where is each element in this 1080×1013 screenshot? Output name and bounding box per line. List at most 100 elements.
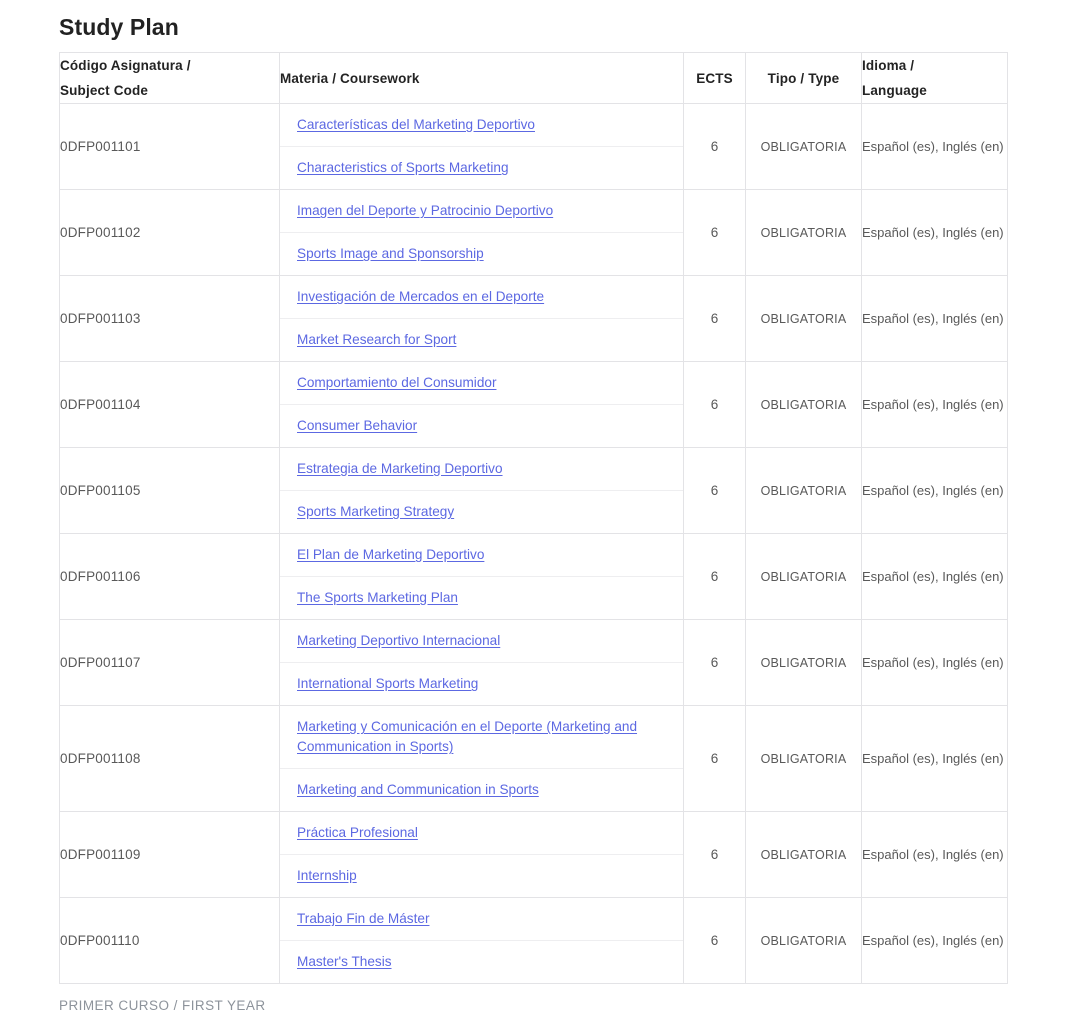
table-row: 0DFP001102 Imagen del Deporte y Patrocini…	[60, 190, 1008, 276]
table-row: 0DFP001107Marketing Deportivo Internacio…	[60, 620, 1008, 706]
cell-type: OBLIGATORIA	[746, 812, 862, 898]
coursework-link-english[interactable]: Characteristics of Sports Marketing	[297, 160, 509, 175]
coursework-link-english[interactable]: Marketing and Communication in Sports	[297, 782, 539, 797]
coursework-line-english: Internship	[280, 854, 683, 897]
coursework-line-spanish: Marketing y Comunicación en el Deporte (…	[280, 706, 683, 768]
column-header-subject-code: Código Asignatura / Subject Code	[60, 53, 280, 104]
study-plan-table-container: Código Asignatura / Subject Code Materia…	[0, 52, 1080, 984]
coursework-line-spanish: El Plan de Marketing Deportivo	[280, 534, 683, 576]
table-header-row: Código Asignatura / Subject Code Materia…	[60, 53, 1008, 104]
table-row: 0DFP001109 Práctica Profesional Internship…	[60, 812, 1008, 898]
coursework-link-english[interactable]: Internship	[297, 868, 357, 883]
cell-coursework: Trabajo Fin de Máster Master's Thesis	[280, 898, 684, 984]
table-row: 0DFP001110 Trabajo Fin de Máster Master's …	[60, 898, 1008, 984]
coursework-link-spanish[interactable]: Comportamiento del Consumidor	[297, 375, 496, 390]
coursework-link-english[interactable]: Sports Marketing Strategy	[297, 504, 454, 519]
coursework-line-english: Characteristics of Sports Marketing	[280, 146, 683, 189]
coursework-line-spanish: Imagen del Deporte y Patrocinio Deportiv…	[280, 190, 683, 232]
coursework-link-spanish[interactable]: Investigación de Mercados en el Deporte	[297, 289, 544, 304]
coursework-line-spanish: Características del Marketing Deportivo	[280, 104, 683, 146]
cell-ects: 6	[684, 706, 746, 812]
coursework-link-english[interactable]: International Sports Marketing	[297, 676, 478, 691]
table-header: Código Asignatura / Subject Code Materia…	[60, 53, 1008, 104]
cell-subject-code: 0DFP001110	[60, 898, 280, 984]
cell-language: Español (es), Inglés (en)	[862, 276, 1008, 362]
coursework-line-english: Master's Thesis	[280, 940, 683, 983]
coursework-line-english: Consumer Behavior	[280, 404, 683, 447]
cell-coursework: Estrategia de Marketing Deportivo Sports …	[280, 448, 684, 534]
cell-coursework: Marketing y Comunicación en el Deporte (…	[280, 706, 684, 812]
cell-subject-code: 0DFP001108	[60, 706, 280, 812]
cell-language: Español (es), Inglés (en)	[862, 190, 1008, 276]
cell-ects: 6	[684, 104, 746, 190]
coursework-link-english[interactable]: Sports Image and Sponsorship	[297, 246, 484, 261]
coursework-link-spanish[interactable]: Práctica Profesional	[297, 825, 418, 840]
cell-coursework: Marketing Deportivo Internacional Interna…	[280, 620, 684, 706]
coursework-link-spanish[interactable]: Imagen del Deporte y Patrocinio Deportiv…	[297, 203, 553, 218]
coursework-line-english: Marketing and Communication in Sports	[280, 768, 683, 811]
cell-ects: 6	[684, 898, 746, 984]
cell-language: Español (es), Inglés (en)	[862, 104, 1008, 190]
cell-language: Español (es), Inglés (en)	[862, 362, 1008, 448]
coursework-link-spanish[interactable]: Estrategia de Marketing Deportivo	[297, 461, 503, 476]
coursework-link-spanish[interactable]: Marketing y Comunicación en el Deporte (…	[297, 719, 637, 754]
coursework-line-spanish: Comportamiento del Consumidor	[280, 362, 683, 404]
cell-type: OBLIGATORIA	[746, 620, 862, 706]
cell-coursework: El Plan de Marketing Deportivo The Sports…	[280, 534, 684, 620]
column-header-subject-code-line1: Código Asignatura /	[60, 58, 191, 73]
cell-type: OBLIGATORIA	[746, 276, 862, 362]
cell-subject-code: 0DFP001109	[60, 812, 280, 898]
cell-type: OBLIGATORIA	[746, 534, 862, 620]
column-header-coursework: Materia / Coursework	[280, 53, 684, 104]
coursework-line-english: Sports Marketing Strategy	[280, 490, 683, 533]
coursework-link-english[interactable]: Consumer Behavior	[297, 418, 417, 433]
table-row: 0DFP001103Investigación de Mercados en e…	[60, 276, 1008, 362]
column-header-type: Tipo / Type	[746, 53, 862, 104]
cell-type: OBLIGATORIA	[746, 362, 862, 448]
cell-ects: 6	[684, 534, 746, 620]
cell-coursework: Investigación de Mercados en el Deporte M…	[280, 276, 684, 362]
coursework-line-spanish: Investigación de Mercados en el Deporte	[280, 276, 683, 318]
coursework-link-english[interactable]: The Sports Marketing Plan	[297, 590, 458, 605]
cell-type: OBLIGATORIA	[746, 898, 862, 984]
coursework-link-spanish[interactable]: El Plan de Marketing Deportivo	[297, 547, 484, 562]
cell-language: Español (es), Inglés (en)	[862, 706, 1008, 812]
coursework-link-spanish[interactable]: Marketing Deportivo Internacional	[297, 633, 500, 648]
table-body: 0DFP001101Características del Marketing …	[60, 104, 1008, 984]
coursework-line-english: The Sports Marketing Plan	[280, 576, 683, 619]
cell-type: OBLIGATORIA	[746, 190, 862, 276]
cell-ects: 6	[684, 362, 746, 448]
cell-subject-code: 0DFP001102	[60, 190, 280, 276]
cell-type: OBLIGATORIA	[746, 706, 862, 812]
coursework-line-english: Market Research for Sport	[280, 318, 683, 361]
cell-language: Español (es), Inglés (en)	[862, 534, 1008, 620]
coursework-line-english: International Sports Marketing	[280, 662, 683, 705]
page-title: Study Plan	[0, 0, 1080, 52]
coursework-line-english: Sports Image and Sponsorship	[280, 232, 683, 275]
cell-coursework: Práctica Profesional Internship	[280, 812, 684, 898]
cell-subject-code: 0DFP001104	[60, 362, 280, 448]
cell-language: Español (es), Inglés (en)	[862, 898, 1008, 984]
column-header-language-line1: Idioma /	[862, 58, 914, 73]
coursework-link-english[interactable]: Master's Thesis	[297, 954, 392, 969]
cell-subject-code: 0DFP001106	[60, 534, 280, 620]
column-header-language-line2: Language	[862, 83, 927, 98]
cell-type: OBLIGATORIA	[746, 104, 862, 190]
cell-ects: 6	[684, 276, 746, 362]
table-row: 0DFP001105Estrategia de Marketing Deport…	[60, 448, 1008, 534]
cell-coursework: Características del Marketing Deportivo C…	[280, 104, 684, 190]
column-header-subject-code-line2: Subject Code	[60, 83, 148, 98]
coursework-link-english[interactable]: Market Research for Sport	[297, 332, 456, 347]
column-header-language: Idioma / Language	[862, 53, 1008, 104]
coursework-line-spanish: Estrategia de Marketing Deportivo	[280, 448, 683, 490]
coursework-link-spanish[interactable]: Trabajo Fin de Máster	[297, 911, 429, 926]
study-plan-page: Study Plan Código Asignatura / Subject C…	[0, 0, 1080, 958]
coursework-line-spanish: Marketing Deportivo Internacional	[280, 620, 683, 662]
coursework-link-spanish[interactable]: Características del Marketing Deportivo	[297, 117, 535, 132]
table-row: 0DFP001108 Marketing y Comunicación en el…	[60, 706, 1008, 812]
cell-language: Español (es), Inglés (en)	[862, 448, 1008, 534]
cell-subject-code: 0DFP001105	[60, 448, 280, 534]
table-row: 0DFP001104 Comportamiento del Consumidor C…	[60, 362, 1008, 448]
table-caption: PRIMER CURSO / FIRST YEAR	[0, 984, 1080, 1013]
table-row: 0DFP001106El Plan de Marketing Deportivo…	[60, 534, 1008, 620]
